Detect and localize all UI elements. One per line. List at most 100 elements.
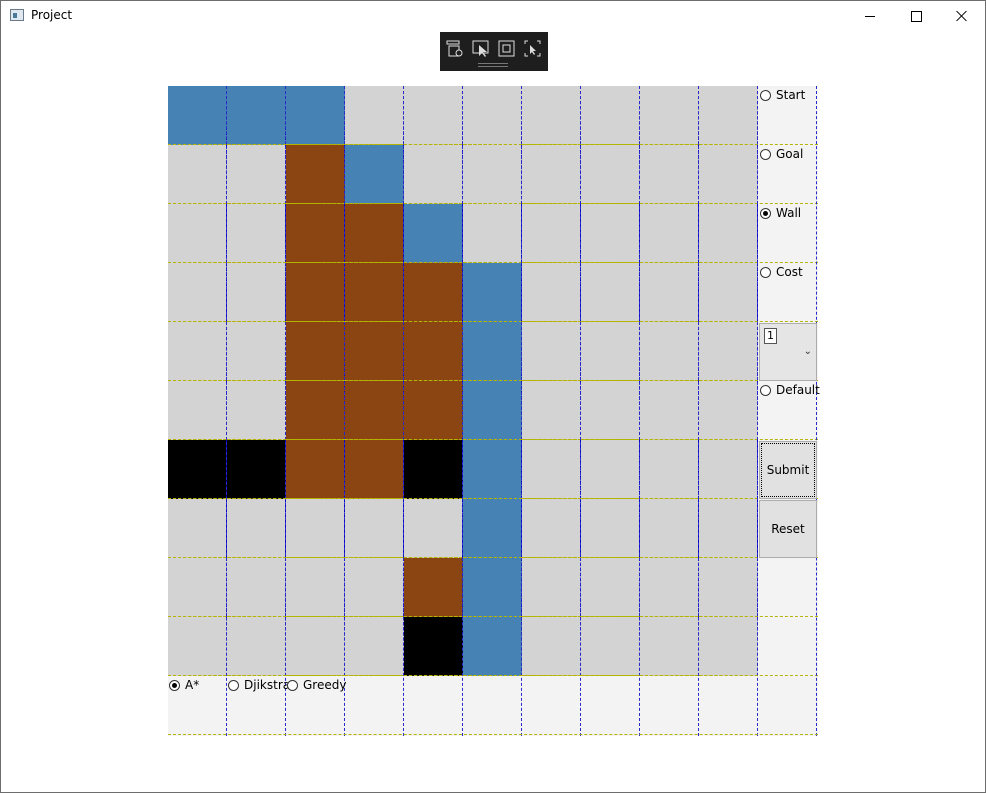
grid-cell-empty[interactable] bbox=[522, 499, 581, 558]
grid-cell-path[interactable] bbox=[463, 322, 522, 381]
grid-cell-wall[interactable] bbox=[227, 440, 286, 499]
grid-cell-empty[interactable] bbox=[581, 263, 640, 322]
grid-cell-empty[interactable] bbox=[581, 322, 640, 381]
grid-cell-wall[interactable] bbox=[168, 440, 227, 499]
close-button[interactable] bbox=[939, 1, 985, 31]
grid-cell-empty[interactable] bbox=[345, 617, 404, 676]
grid-cell-empty[interactable] bbox=[227, 499, 286, 558]
grid-cell-empty[interactable] bbox=[640, 558, 699, 617]
toolbar-grip[interactable] bbox=[478, 63, 508, 67]
grid-cell-empty[interactable] bbox=[345, 499, 404, 558]
grid-cell-empty[interactable] bbox=[581, 617, 640, 676]
grid-cell-empty[interactable] bbox=[404, 499, 463, 558]
grid-cell-empty[interactable] bbox=[581, 499, 640, 558]
grid-cell-empty[interactable] bbox=[699, 440, 758, 499]
grid-cell-path[interactable] bbox=[168, 86, 227, 145]
grid-cell-cost[interactable] bbox=[345, 263, 404, 322]
grid-cell-empty[interactable] bbox=[227, 204, 286, 263]
grid-cell-cost[interactable] bbox=[345, 381, 404, 440]
grid-cell-empty[interactable] bbox=[699, 145, 758, 204]
grid-cell-empty[interactable] bbox=[227, 322, 286, 381]
grid-cell-cost[interactable] bbox=[286, 204, 345, 263]
grid-cell-path[interactable] bbox=[463, 263, 522, 322]
grid-cell-cost[interactable] bbox=[404, 381, 463, 440]
grid-cell-empty[interactable] bbox=[640, 86, 699, 145]
grid-cell-cost[interactable] bbox=[404, 558, 463, 617]
grid-cell-empty[interactable] bbox=[640, 322, 699, 381]
grid-cell-empty[interactable] bbox=[522, 558, 581, 617]
goal-radio[interactable]: Goal bbox=[760, 147, 803, 161]
grid-cell-empty[interactable] bbox=[522, 86, 581, 145]
grid-cell-empty[interactable] bbox=[699, 204, 758, 263]
grid-cell-empty[interactable] bbox=[227, 145, 286, 204]
grid-cell-empty[interactable] bbox=[227, 381, 286, 440]
grid-cell-empty[interactable] bbox=[463, 145, 522, 204]
grid-cell-empty[interactable] bbox=[286, 558, 345, 617]
grid-cell-empty[interactable] bbox=[699, 322, 758, 381]
grid-cell-empty[interactable] bbox=[581, 558, 640, 617]
grid-cell-empty[interactable] bbox=[581, 86, 640, 145]
grid-cell-empty[interactable] bbox=[581, 381, 640, 440]
reset-button[interactable]: Reset bbox=[759, 500, 817, 558]
cost-radio[interactable]: Cost bbox=[760, 265, 803, 279]
grid-cell-empty[interactable] bbox=[227, 263, 286, 322]
grid-cell-empty[interactable] bbox=[522, 381, 581, 440]
track-focused-element-icon[interactable] bbox=[524, 40, 542, 58]
grid-cell-empty[interactable] bbox=[581, 440, 640, 499]
grid-cell-empty[interactable] bbox=[286, 617, 345, 676]
live-visual-tree-icon[interactable] bbox=[446, 40, 464, 58]
grid-cell-empty[interactable] bbox=[640, 204, 699, 263]
grid-cell-cost[interactable] bbox=[286, 322, 345, 381]
grid-cell-path[interactable] bbox=[463, 558, 522, 617]
grid-cell-cost[interactable] bbox=[286, 263, 345, 322]
minimize-button[interactable] bbox=[847, 1, 893, 31]
grid-cell-cost[interactable] bbox=[286, 381, 345, 440]
grid-cell-empty[interactable] bbox=[522, 322, 581, 381]
grid-cell-empty[interactable] bbox=[168, 204, 227, 263]
greedy-radio[interactable]: Greedy bbox=[287, 678, 346, 692]
display-layout-adorners-icon[interactable] bbox=[498, 40, 516, 58]
grid-cell-path[interactable] bbox=[404, 204, 463, 263]
grid-cell-empty[interactable] bbox=[168, 558, 227, 617]
grid-cell-empty[interactable] bbox=[522, 204, 581, 263]
grid-cell-path[interactable] bbox=[286, 86, 345, 145]
grid-cell-path[interactable] bbox=[463, 440, 522, 499]
grid-cell-empty[interactable] bbox=[699, 558, 758, 617]
grid-cell-empty[interactable] bbox=[168, 617, 227, 676]
select-element-icon[interactable] bbox=[472, 40, 490, 58]
grid-cell-cost[interactable] bbox=[345, 204, 404, 263]
wall-radio[interactable]: Wall bbox=[760, 206, 801, 220]
grid-cell-empty[interactable] bbox=[640, 440, 699, 499]
grid-cell-empty[interactable] bbox=[168, 263, 227, 322]
dijkstra-radio[interactable]: Djikstra bbox=[228, 678, 290, 692]
grid-cell-empty[interactable] bbox=[404, 145, 463, 204]
grid-cell-empty[interactable] bbox=[404, 86, 463, 145]
submit-button[interactable]: Submit bbox=[759, 441, 817, 499]
grid-cell-wall[interactable] bbox=[404, 617, 463, 676]
grid-cell-empty[interactable] bbox=[640, 617, 699, 676]
grid-cell-empty[interactable] bbox=[168, 499, 227, 558]
grid-cell-path[interactable] bbox=[463, 617, 522, 676]
grid-cell-empty[interactable] bbox=[345, 86, 404, 145]
grid-cell-empty[interactable] bbox=[345, 558, 404, 617]
grid-cell-empty[interactable] bbox=[227, 617, 286, 676]
grid-cell-empty[interactable] bbox=[522, 263, 581, 322]
grid-cell-empty[interactable] bbox=[286, 499, 345, 558]
grid-cell-empty[interactable] bbox=[699, 86, 758, 145]
astar-radio[interactable]: A* bbox=[169, 678, 199, 692]
grid-cell-empty[interactable] bbox=[699, 263, 758, 322]
grid-cell-empty[interactable] bbox=[699, 617, 758, 676]
grid-cell-cost[interactable] bbox=[345, 440, 404, 499]
grid-cell-empty[interactable] bbox=[640, 263, 699, 322]
grid-cell-empty[interactable] bbox=[463, 204, 522, 263]
grid-cell-cost[interactable] bbox=[404, 263, 463, 322]
grid-cell-empty[interactable] bbox=[227, 558, 286, 617]
grid-cell-cost[interactable] bbox=[404, 322, 463, 381]
grid-cell-empty[interactable] bbox=[168, 145, 227, 204]
grid-cell-empty[interactable] bbox=[640, 381, 699, 440]
grid-cell-empty[interactable] bbox=[463, 86, 522, 145]
grid-cell-empty[interactable] bbox=[640, 499, 699, 558]
grid-cell-empty[interactable] bbox=[522, 145, 581, 204]
grid-cell-path[interactable] bbox=[227, 86, 286, 145]
grid-cell-empty[interactable] bbox=[168, 381, 227, 440]
